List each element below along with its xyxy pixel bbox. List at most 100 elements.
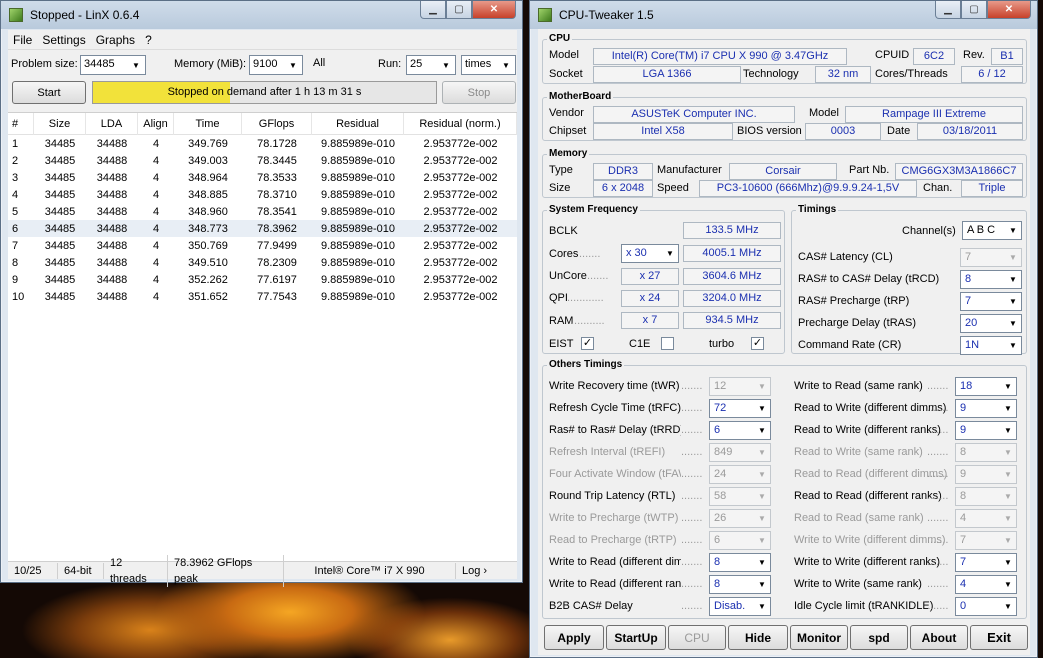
chevron-down-icon: ▼ xyxy=(755,445,769,460)
run-count-combo[interactable]: 25 ▼ xyxy=(406,55,456,75)
timing-dropdown[interactable]: 12 ▼ xyxy=(709,377,771,396)
timing-dropdown[interactable]: 9 ▼ xyxy=(955,465,1017,484)
exit-button[interactable]: Exit xyxy=(970,625,1028,650)
chevron-down-icon: ▼ xyxy=(1001,555,1015,570)
col-header[interactable]: Align xyxy=(138,112,174,135)
timing-dropdown[interactable]: 8 ▼ xyxy=(955,443,1017,462)
eist-checkbox[interactable]: ✓ xyxy=(581,337,594,350)
startup-button[interactable]: StartUp xyxy=(606,625,666,650)
timing-dropdown[interactable]: 6 ▼ xyxy=(709,531,771,550)
timing-dropdown[interactable]: 4 ▼ xyxy=(955,575,1017,594)
table-cell: 349.003 xyxy=(188,154,228,167)
memory-combo[interactable]: 9100 ▼ xyxy=(249,55,303,75)
timing-dropdown[interactable]: 849 ▼ xyxy=(709,443,771,462)
table-row[interactable]: 9 34485 34488 4 352.262 77.6197 9.885989e-010 2… xyxy=(8,271,517,288)
timing-dropdown[interactable]: 8 ▼ xyxy=(709,575,771,594)
table-cell: 6 xyxy=(12,222,19,235)
maximize-button[interactable]: ▢ xyxy=(961,1,987,19)
log-button[interactable]: Log › xyxy=(456,563,493,579)
chevron-down-icon: ▼ xyxy=(663,246,677,261)
timing-dropdown[interactable]: 7 ▼ xyxy=(955,553,1017,572)
problem-size-combo[interactable]: 34485 ▼ xyxy=(80,55,146,75)
minimize-button[interactable]: ▁ xyxy=(935,1,961,19)
cl-dropdown[interactable]: 7 ▼ xyxy=(960,248,1022,267)
cpu-model-label: Model xyxy=(549,49,579,61)
timing-value: Disab. xyxy=(714,600,746,612)
problem-size-value: 34485 xyxy=(84,58,115,70)
timing-dropdown[interactable]: 8 ▼ xyxy=(955,487,1017,506)
table-cell: 34488 xyxy=(96,256,128,269)
apply-button[interactable]: Apply xyxy=(544,625,604,650)
linx-client: File Settings Graphs ? Problem size: 344… xyxy=(8,30,517,587)
col-header[interactable]: GFlops xyxy=(242,112,312,135)
mem-speed-label: Speed xyxy=(657,182,689,194)
col-header[interactable]: Residual (norm.) xyxy=(404,112,517,135)
linx-titlebar[interactable]: Stopped - LinX 0.6.4 ▁ ▢ ✕ xyxy=(1,1,522,29)
table-cell: 2.953772e-002 xyxy=(423,205,498,218)
col-header[interactable]: LDA xyxy=(86,112,138,135)
timing-dropdown[interactable]: 9 ▼ xyxy=(955,421,1017,440)
cores-multiplier-value: x 30 xyxy=(626,247,647,259)
dots: ....... xyxy=(927,424,949,436)
chevron-down-icon: ▼ xyxy=(1006,250,1020,265)
table-row[interactable]: 1 34485 34488 4 349.769 78.1728 9.885989e-010 2… xyxy=(8,135,517,152)
col-header[interactable]: Size xyxy=(34,112,86,135)
hide-button[interactable]: Hide xyxy=(728,625,788,650)
stop-button[interactable]: Stop xyxy=(442,81,516,104)
table-cell: 3 xyxy=(12,171,19,184)
timing-dropdown[interactable]: 18 ▼ xyxy=(955,377,1017,396)
menu-file[interactable]: File xyxy=(8,33,37,47)
table-row[interactable]: 6 34485 34488 4 348.773 78.3962 9.885989e-010 2… xyxy=(8,220,517,237)
table-row[interactable]: 10 34485 34488 4 351.652 77.7543 9.885989e-010… xyxy=(8,288,517,305)
timing-dropdown[interactable]: 24 ▼ xyxy=(709,465,771,484)
table-cell: 78.1728 xyxy=(257,137,297,150)
timing-dropdown[interactable]: 8 ▼ xyxy=(709,553,771,572)
turbo-checkbox[interactable]: ✓ xyxy=(751,337,764,350)
table-row[interactable]: 5 34485 34488 4 348.960 78.3541 9.885989e-010 2… xyxy=(8,203,517,220)
c1e-label: C1E xyxy=(629,338,651,350)
minimize-button[interactable]: ▁ xyxy=(420,1,446,19)
monitor-button[interactable]: Monitor xyxy=(790,625,848,650)
col-header[interactable]: # xyxy=(8,112,34,135)
tras-dropdown[interactable]: 20 ▼ xyxy=(960,314,1022,333)
trcd-dropdown[interactable]: 8 ▼ xyxy=(960,270,1022,289)
menu-help[interactable]: ? xyxy=(140,33,157,47)
timing-dropdown[interactable]: 4 ▼ xyxy=(955,509,1017,528)
table-row[interactable]: 8 34485 34488 4 349.510 78.2309 9.885989e-010 2… xyxy=(8,254,517,271)
col-header[interactable]: Residual xyxy=(312,112,404,135)
table-cell: 34485 xyxy=(44,154,76,167)
tweaker-titlebar[interactable]: CPU-Tweaker 1.5 ▁ ▢ ✕ xyxy=(530,1,1037,29)
table-cell: 350.769 xyxy=(188,239,228,252)
table-row[interactable]: 2 34485 34488 4 349.003 78.3445 9.885989e-010 2… xyxy=(8,152,517,169)
cores-multiplier-dropdown[interactable]: x 30 ▼ xyxy=(621,244,679,263)
trp-dropdown[interactable]: 7 ▼ xyxy=(960,292,1022,311)
start-button[interactable]: Start xyxy=(12,81,86,104)
about-button[interactable]: About xyxy=(910,625,968,650)
channels-dropdown[interactable]: A B C ▼ xyxy=(962,221,1022,240)
table-row[interactable]: 7 34485 34488 4 350.769 77.9499 9.885989e-010 2… xyxy=(8,237,517,254)
timing-dropdown[interactable]: 7 ▼ xyxy=(955,531,1017,550)
timing-dropdown[interactable]: 9 ▼ xyxy=(955,399,1017,418)
run-unit-combo[interactable]: times ▼ xyxy=(461,55,516,75)
col-header[interactable]: Time xyxy=(174,112,242,135)
menu-settings[interactable]: Settings xyxy=(37,33,90,47)
table-row[interactable]: 4 34485 34488 4 348.885 78.3710 9.885989e-010 2… xyxy=(8,186,517,203)
close-button[interactable]: ✕ xyxy=(472,1,516,19)
cpu-button[interactable]: CPU xyxy=(668,625,726,650)
timing-dropdown[interactable]: 72 ▼ xyxy=(709,399,771,418)
all-button[interactable]: All xyxy=(313,57,325,69)
timing-dropdown[interactable]: 0 ▼ xyxy=(955,597,1017,616)
timing-value: 849 xyxy=(714,446,733,458)
uncore-multiplier-value: x 27 xyxy=(621,268,679,285)
cr-dropdown[interactable]: 1N ▼ xyxy=(960,336,1022,355)
spd-button[interactable]: spd xyxy=(850,625,908,650)
c1e-checkbox[interactable] xyxy=(661,337,674,350)
timing-dropdown[interactable]: 26 ▼ xyxy=(709,509,771,528)
timing-dropdown[interactable]: 6 ▼ xyxy=(709,421,771,440)
close-button[interactable]: ✕ xyxy=(987,1,1031,19)
timing-dropdown[interactable]: Disab. ▼ xyxy=(709,597,771,616)
maximize-button[interactable]: ▢ xyxy=(446,1,472,19)
timing-dropdown[interactable]: 58 ▼ xyxy=(709,487,771,506)
menu-graphs[interactable]: Graphs xyxy=(91,33,140,47)
table-row[interactable]: 3 34485 34488 4 348.964 78.3533 9.885989e-010 2… xyxy=(8,169,517,186)
